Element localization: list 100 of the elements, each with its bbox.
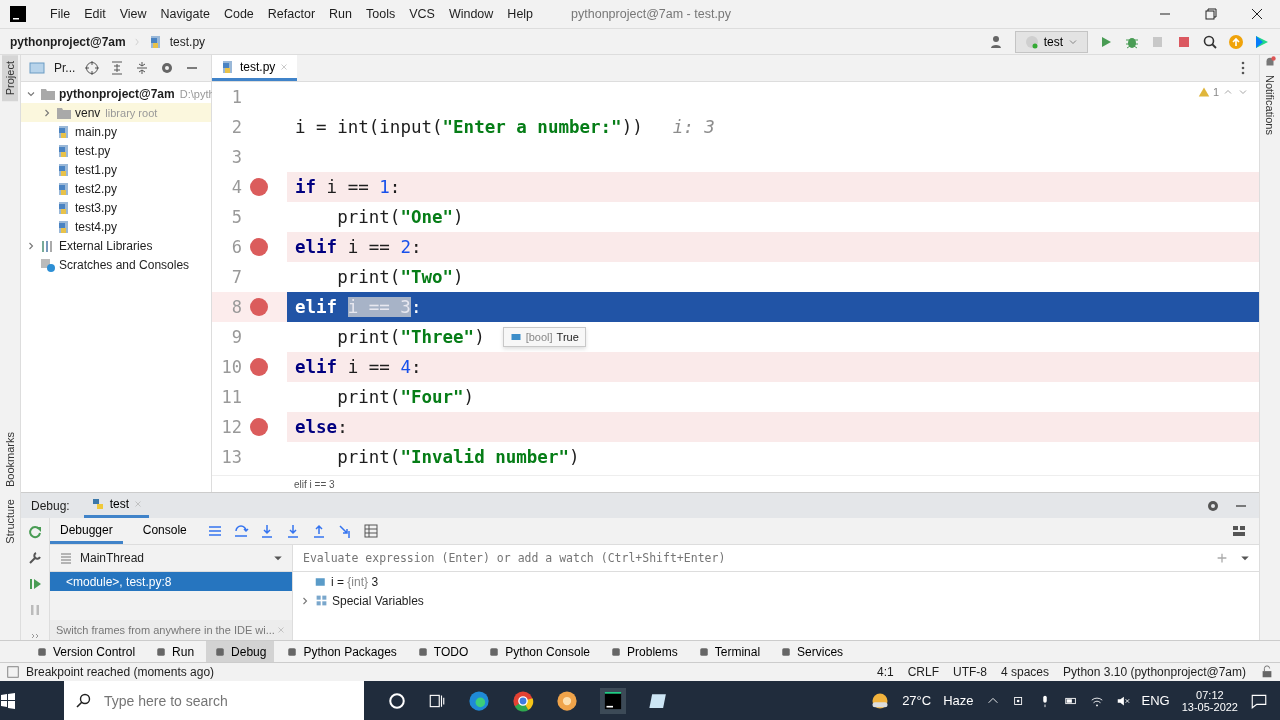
menu-item[interactable]: Edit [78,4,112,24]
tree-item[interactable]: test2.py [75,181,118,196]
edge-icon[interactable] [468,689,490,712]
code-line: print("Invalid number") [337,447,580,467]
weather-text[interactable]: Haze [943,693,974,708]
variable-value[interactable]: i = {int} 3 [331,574,379,589]
variable-group[interactable]: Special Variables [332,593,424,608]
rerun-icon[interactable] [27,524,43,540]
code-line: if i == 1: [295,177,401,197]
tree-item[interactable]: External Libraries [59,238,153,253]
tree-item[interactable]: test.py [75,143,111,158]
tool-window-tab[interactable]: Services [772,641,852,662]
search-box[interactable]: Type here to search [64,681,364,720]
side-tab[interactable]: Bookmarks [2,426,18,494]
breadcrumb[interactable]: pythonproject@7am [10,34,126,49]
breadcrumb[interactable]: test.py [169,34,206,49]
table-icon[interactable] [362,523,379,539]
tool-window-tab[interactable]: Python Console [480,641,599,662]
menu-icon[interactable] [206,523,223,539]
app-logo-icon [10,6,26,22]
step-over-icon[interactable] [232,523,249,539]
tree-item[interactable]: test3.py [75,200,118,215]
status-item[interactable]: 4:1 [877,665,894,679]
stack-frame[interactable]: <module>, test.py:8 [50,572,292,591]
lock-icon[interactable] [1260,665,1274,679]
menu-item[interactable]: Run [323,4,358,24]
code-line: print("Three") [337,327,485,347]
status-item[interactable]: 4 spaces [1001,665,1050,679]
toolbox-icon[interactable] [1254,33,1270,50]
app-icon[interactable] [556,689,578,712]
line-number: 5 [230,207,242,227]
status-item[interactable]: CRLF [907,665,939,679]
checkbox-icon[interactable] [6,665,20,679]
run-config-dropdown[interactable]: test [1014,30,1088,53]
side-tab[interactable]: Project [2,55,18,102]
tree-item[interactable]: test1.py [75,162,118,177]
tool-window-tab[interactable]: Version Control [28,641,144,662]
pycharm-icon[interactable] [600,687,626,714]
menu-item[interactable]: Refactor [261,4,322,24]
tree-item[interactable]: Scratches and Consoles [59,257,190,272]
code-line: elif i == 2: [295,237,422,257]
status-item[interactable]: Python 3.10 (pythonproject@7am) [1063,665,1246,679]
warning-count[interactable]: 1 [1212,86,1219,98]
breakpoint-icon[interactable] [250,238,268,256]
breakpoint-icon[interactable] [250,418,268,436]
debugger-tab[interactable]: Console [132,518,197,544]
panel-icon [29,60,45,76]
menu-item[interactable]: VCS [403,4,441,24]
bool-icon [509,331,522,343]
tool-window-tab[interactable]: TODO [408,641,477,662]
line-number: 3 [230,147,242,167]
temperature[interactable]: 27°C [902,693,932,708]
panel-title: Debug: [31,498,70,513]
menu-item[interactable]: File [44,4,77,24]
chrome-icon[interactable] [512,689,534,712]
line-number: 4 [230,177,242,197]
breakpoint-icon[interactable] [250,298,268,316]
watch-field[interactable]: Evaluate expression (Enter) or add a watch (Ctrl+Shift+Enter) [301,550,1205,566]
tool-window-tab[interactable]: Terminal [689,641,769,662]
menu-item[interactable]: Code [217,4,260,24]
code-breadcrumb[interactable]: elif i == 3 [294,478,335,490]
tool-window-tab[interactable]: Python Packages [278,641,405,662]
cortana-icon[interactable] [388,691,406,710]
thread-dropdown[interactable]: MainThread [80,551,266,565]
side-tab[interactable]: Notifications [1262,69,1278,141]
clock-time[interactable]: 07:12 [1196,688,1224,701]
tool-window-tab[interactable]: Run [147,641,203,662]
editor-tab[interactable]: test.py [212,55,298,81]
breakpoint-icon[interactable] [250,178,268,196]
tree-item[interactable]: pythonproject@7am [59,86,175,101]
clock-date[interactable]: 13-05-2022 [1181,700,1238,713]
debugger-tab[interactable]: Debugger [50,518,123,544]
close-icon[interactable] [1249,6,1265,22]
resume-icon[interactable] [27,576,43,592]
menu-item[interactable]: Window [442,4,500,24]
variable-icon [315,575,327,588]
status-item[interactable]: UTF-8 [953,665,987,679]
side-tab[interactable]: Structure [2,493,18,550]
wrench-icon[interactable] [27,550,43,566]
layout-icon[interactable] [1231,523,1247,539]
locate-icon[interactable] [84,60,101,76]
menu-item[interactable]: Navigate [154,4,216,24]
menu-item[interactable]: Tools [360,4,402,24]
tree-item[interactable]: test4.py [75,219,118,234]
restore-icon[interactable] [1203,6,1219,22]
run-to-cursor-icon[interactable] [336,523,353,539]
tool-window-tab[interactable]: Problems [602,641,686,662]
tree-item[interactable]: main.py [75,124,118,139]
tool-window-tab[interactable]: Debug [206,641,275,662]
tree-item[interactable]: venv [75,105,101,120]
search-field[interactable]: Type here to search [102,691,346,710]
panel-title[interactable]: Pr... [54,61,76,75]
update-icon[interactable] [1228,33,1244,50]
menu-item[interactable]: View [113,4,153,24]
search-icon[interactable] [1202,33,1218,50]
menu-item[interactable]: Help [501,4,540,24]
breakpoint-icon[interactable] [250,358,268,376]
windows-icon[interactable] [0,692,16,709]
language-indicator[interactable]: ENG [1141,693,1170,708]
line-number: 6 [230,237,242,257]
